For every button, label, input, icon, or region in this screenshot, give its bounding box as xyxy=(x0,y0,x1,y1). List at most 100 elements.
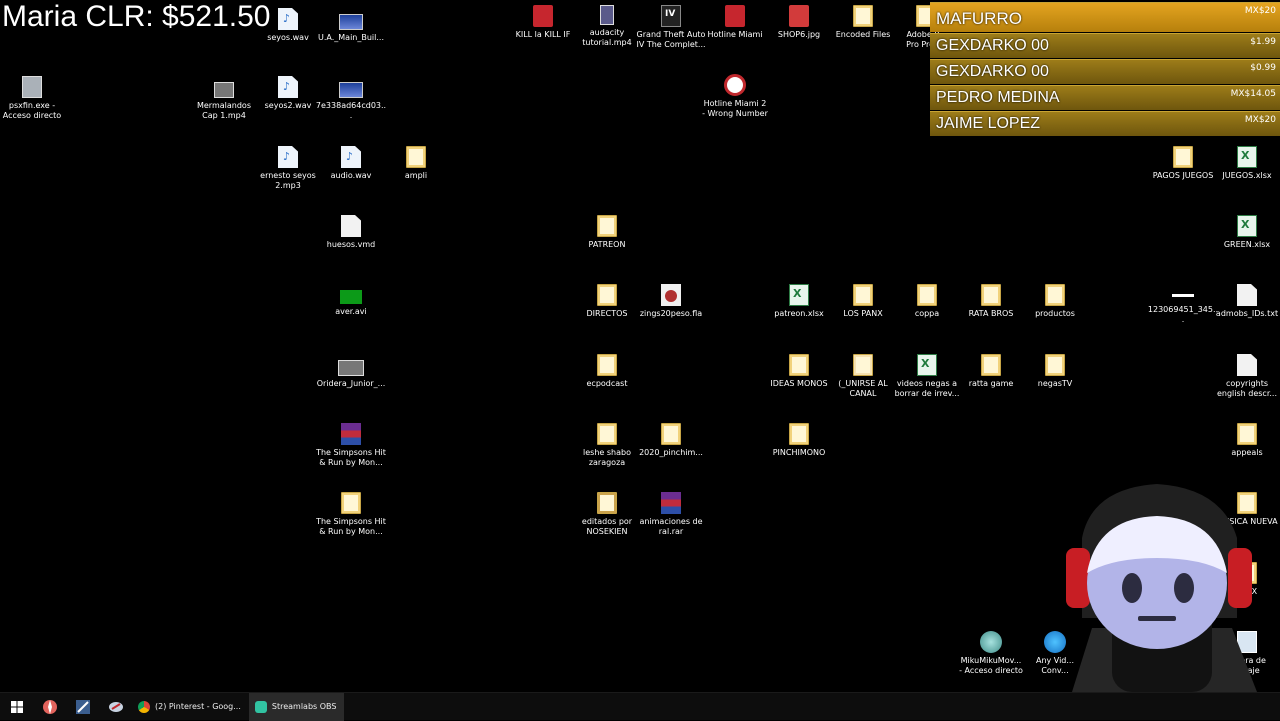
taskbar-app-label: Streamlabs OBS xyxy=(271,702,337,711)
pen-icon xyxy=(108,701,123,712)
desktop-icon-copyrights[interactable]: copyrights english descr... xyxy=(1211,354,1280,399)
desktop-icon-ideas-monos[interactable]: IDEAS MONOS xyxy=(763,354,835,389)
desktop-icon-patreon-folder[interactable]: PATREON xyxy=(571,215,643,250)
desktop-icon-mikumiku[interactable]: MikuMikuMov... - Acceso directo xyxy=(955,631,1027,676)
desktop-icon-los-panx[interactable]: LOS PANX xyxy=(827,284,899,319)
desktop-icon-gta-iv[interactable]: Grand Theft Auto IV The Complet... xyxy=(635,5,707,50)
desktop-icon-admobs-ids[interactable]: admobs_IDs.txt xyxy=(1211,284,1280,319)
desktop-icon-productos[interactable]: productos xyxy=(1019,284,1091,319)
exe-shortcut-icon xyxy=(22,76,42,98)
folder-icon xyxy=(789,354,809,376)
desktop-icon-juegos-xlsx[interactable]: JUEGOS.xlsx xyxy=(1211,146,1280,181)
desktop-icon-ernesto-seyos[interactable]: ernesto seyos 2.mp3 xyxy=(252,146,324,191)
desktop-icon-huesos-vmd[interactable]: huesos.vmd xyxy=(315,215,387,250)
desktop-icon-hotline-miami[interactable]: Hotline Miami xyxy=(699,5,771,40)
desktop-icon-pagos-juegos[interactable]: PAGOS JUEGOS xyxy=(1147,146,1219,181)
desktop-icon-editados-nosekien[interactable]: editados por NOSEKIEN xyxy=(571,492,643,537)
text-file-icon xyxy=(1237,354,1257,376)
start-button[interactable] xyxy=(0,693,33,721)
taskbar-pinned-app[interactable] xyxy=(99,693,132,721)
donor-name: GEXDARKO 00 xyxy=(936,37,1049,54)
donation-amount: MX$20 xyxy=(1244,115,1276,125)
desktop-icon-oridera[interactable]: Oridera_Junior_... xyxy=(315,354,387,389)
tools-icon xyxy=(75,699,90,714)
blank-file-icon xyxy=(341,215,361,237)
folder-icon xyxy=(853,284,873,306)
game-shortcut-icon xyxy=(725,5,745,27)
folder-icon xyxy=(597,492,617,514)
folder-icon xyxy=(597,354,617,376)
app-icon xyxy=(42,699,57,714)
desktop: seyos.wav U.A._Main_Buil... KILL la KILL… xyxy=(0,0,1280,692)
desktop-icon-coppa[interactable]: coppa xyxy=(891,284,963,319)
video-file-icon xyxy=(340,290,362,304)
desktop-icon-shop6[interactable]: SHOP6.jpg xyxy=(763,5,835,40)
donation-list: MAFURRO MX$20 GEXDARKO 00 $1.99 GEXDARKO… xyxy=(930,2,1280,137)
desktop-icon-animaciones-rar[interactable]: animaciones de ral.rar xyxy=(635,492,707,537)
text-file-icon xyxy=(1237,284,1257,306)
desktop-icon-mermalandos[interactable]: Mermalandos Cap 1.mp4 xyxy=(188,76,260,121)
flash-file-icon xyxy=(661,284,681,306)
taskbar-pinned-app[interactable] xyxy=(66,693,99,721)
folder-icon xyxy=(597,284,617,306)
donation-item: MAFURRO MX$20 xyxy=(930,2,1280,32)
donation-amount: $0.99 xyxy=(1250,63,1276,73)
desktop-icon-aver-avi[interactable]: aver.avi xyxy=(315,284,387,317)
desktop-icon-rata-bros[interactable]: RATA BROS xyxy=(955,284,1027,319)
taskbar-app-label: (2) Pinterest - Goog... xyxy=(155,702,241,711)
desktop-icon-encoded-files[interactable]: Encoded Files xyxy=(827,5,899,40)
chrome-icon xyxy=(138,700,150,713)
desktop-icon-seyos2[interactable]: seyos2.wav xyxy=(252,76,324,111)
folder-icon xyxy=(406,146,426,168)
desktop-icon-zings20peso[interactable]: zings20peso.fla xyxy=(635,284,707,319)
desktop-icon-ecpodcast[interactable]: ecpodcast xyxy=(571,354,643,389)
donation-item: PEDRO MEDINA MX$14.05 xyxy=(930,85,1280,110)
desktop-icon-simpsons-1[interactable]: The Simpsons Hit & Run by Mon... xyxy=(315,423,387,468)
desktop-icon-hotline-miami-2[interactable]: Hotline Miami 2 - Wrong Number xyxy=(699,74,771,119)
excel-file-icon xyxy=(789,284,809,306)
folder-icon xyxy=(597,423,617,445)
desktop-icon-videos-negas[interactable]: videos negas a borrar de irrev... xyxy=(891,354,963,399)
audio-file-icon xyxy=(278,146,298,168)
desktop-icon-audacity-tutorial[interactable]: audacity tutorial.mp4 xyxy=(571,5,643,48)
desktop-icon-green-xlsx[interactable]: GREEN.xlsx xyxy=(1211,215,1280,250)
desktop-icon-simpsons-2[interactable]: The Simpsons Hit & Run by Mon... xyxy=(315,492,387,537)
desktop-icon-psxfin[interactable]: psxfin.exe - Acceso directo xyxy=(0,76,68,121)
game-shortcut-icon xyxy=(724,74,746,96)
desktop-icon-ua-main[interactable]: U.A._Main_Buil... xyxy=(315,8,387,43)
desktop-icon-ratta-game[interactable]: ratta game xyxy=(955,354,1027,389)
taskbar-app-chrome[interactable]: (2) Pinterest - Goog... xyxy=(132,693,249,721)
desktop-icon-pinchimono[interactable]: PINCHIMONO xyxy=(763,423,835,458)
folder-icon xyxy=(341,492,361,514)
video-file-icon xyxy=(214,82,234,98)
taskbar-app-streamlabs[interactable]: Streamlabs OBS xyxy=(248,692,345,721)
donation-amount: MX$20 xyxy=(1244,6,1276,16)
excel-file-icon xyxy=(1237,215,1257,237)
desktop-icon-appeals[interactable]: appeals xyxy=(1211,423,1280,458)
desktop-icon-kill-la-kill[interactable]: KILL la KILL IF xyxy=(507,5,579,40)
folder-icon xyxy=(1173,146,1193,168)
desktop-icon-negas-tv[interactable]: negasTV xyxy=(1019,354,1091,389)
image-file-icon xyxy=(789,5,809,27)
folder-icon xyxy=(1237,423,1257,445)
game-shortcut-icon xyxy=(533,5,553,27)
desktop-icon-ampli[interactable]: ampli xyxy=(380,146,452,181)
desktop-icon-leshe-shabo[interactable]: leshe shabo zaragoza xyxy=(571,423,643,468)
folder-icon xyxy=(981,284,1001,306)
game-shortcut-icon xyxy=(661,5,681,27)
desktop-icon-directos[interactable]: DIRECTOS xyxy=(571,284,643,319)
image-file-icon xyxy=(339,14,363,30)
desktop-icon-audio-wav[interactable]: audio.wav xyxy=(315,146,387,181)
donor-name: GEXDARKO 00 xyxy=(936,63,1049,80)
desktop-icon-img-123069[interactable]: 123069451_345... xyxy=(1147,284,1219,325)
desktop-icon-patreon-xlsx[interactable]: patreon.xlsx xyxy=(763,284,835,319)
excel-file-icon xyxy=(1237,146,1257,168)
desktop-icon-pinchim-2020[interactable]: 2020_pinchim... xyxy=(635,423,707,458)
folder-icon xyxy=(661,423,681,445)
desktop-icon-img-7e338[interactable]: 7e338ad64cd03... xyxy=(315,76,387,121)
taskbar-pinned-app[interactable] xyxy=(33,693,66,721)
folder-icon xyxy=(1045,284,1065,306)
archive-file-icon xyxy=(341,423,361,445)
desktop-icon-unirse-canal[interactable]: (_UNIRSE AL CANAL xyxy=(827,354,899,399)
app-shortcut-icon xyxy=(980,631,1002,653)
